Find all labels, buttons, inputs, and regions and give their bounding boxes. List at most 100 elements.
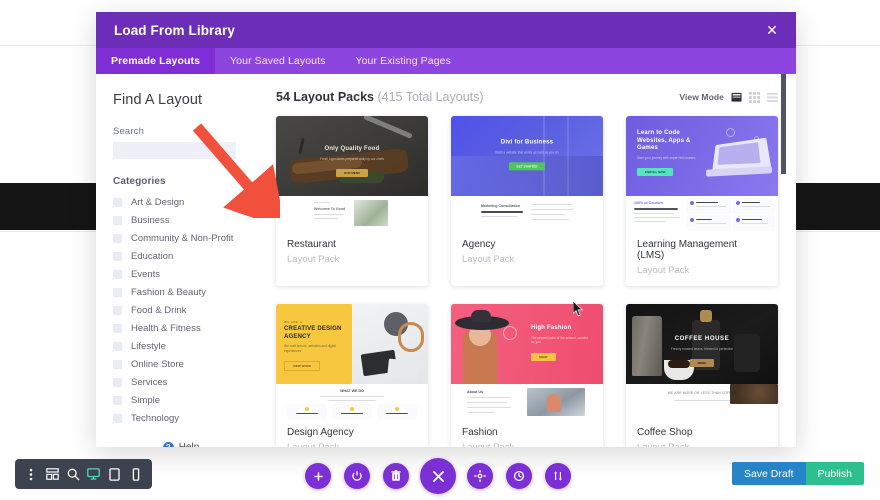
checkbox-icon[interactable]	[113, 413, 122, 423]
modal-scrollbar-track[interactable]	[781, 74, 791, 447]
view-mode-label: View Mode	[679, 92, 724, 102]
card-thumbnail: Learn to Code Websites, Apps & Games Sta…	[626, 116, 778, 232]
category-item-education[interactable]: Education	[113, 247, 266, 265]
category-label: Services	[131, 376, 168, 388]
category-label: Art & Design	[131, 196, 185, 208]
category-item-health-fitness[interactable]: Health & Fitness	[113, 319, 266, 337]
category-item-simple[interactable]: Simple	[113, 391, 266, 409]
card-hero-button: ENROLL NOW	[637, 168, 674, 177]
card-hero: Only Quality Food Fresh ingredients prep…	[276, 116, 428, 196]
search-input[interactable]	[113, 142, 236, 159]
checkbox-icon[interactable]	[113, 377, 122, 387]
categories-label: Categories	[113, 176, 166, 187]
tab-your-saved-layouts[interactable]: Your Saved Layouts	[215, 48, 340, 74]
filter-sidebar: Find A Layout Search Categories Art & De…	[96, 74, 266, 447]
checkbox-icon[interactable]	[113, 305, 122, 315]
sort-icon[interactable]	[545, 463, 571, 489]
category-item-community-non-profit[interactable]: Community & Non-Profit	[113, 229, 266, 247]
layout-pack-card-restaurant[interactable]: Only Quality Food Fresh ingredients prep…	[276, 116, 428, 286]
checkbox-icon[interactable]	[113, 341, 122, 351]
grid-small-icon[interactable]	[767, 92, 778, 103]
history-clock-icon[interactable]	[506, 463, 532, 489]
layout-pack-card-agency[interactable]: Divi for Business Build a website that w…	[451, 116, 603, 286]
card-subsection: WE ARE MORE OR LESS THAN COFFEE	[626, 384, 778, 420]
help-circle-icon: ?	[162, 442, 174, 447]
view-mode-controls: View Mode	[679, 91, 778, 103]
category-item-fashion-beauty[interactable]: Fashion & Beauty	[113, 283, 266, 301]
layout-pack-card-fashion[interactable]: High Fashion The newest looks of the sea…	[451, 304, 603, 447]
card-hero-text: Only Quality Food Fresh ingredients prep…	[276, 146, 428, 179]
category-item-art-design[interactable]: Art & Design	[113, 193, 266, 211]
category-item-events[interactable]: Events	[113, 265, 266, 283]
card-subtitle: Layout Pack	[637, 442, 767, 447]
desktop-view-icon[interactable]	[86, 467, 101, 482]
card-subsection: Welcome To Good	[276, 196, 428, 232]
save-draft-button[interactable]: Save Draft	[731, 462, 806, 485]
layout-pack-card-design-agency[interactable]: WE ARE A CREATIVE DESIGN AGENCY We craft…	[276, 304, 428, 447]
category-item-lifestyle[interactable]: Lifestyle	[113, 337, 266, 355]
page-title: Load From Library	[114, 22, 235, 38]
checkbox-icon[interactable]	[113, 251, 122, 261]
category-item-food-drink[interactable]: Food & Drink	[113, 301, 266, 319]
card-hero-body: Start your journey with expert led cours…	[637, 155, 696, 160]
list-view-icon[interactable]	[731, 92, 742, 103]
close-builder-icon[interactable]	[420, 458, 456, 494]
category-item-services[interactable]: Services	[113, 373, 266, 391]
layout-pack-card-coffee-shop[interactable]: COFFEE HOUSE Freshly roasted beans, brew…	[626, 304, 778, 447]
card-hero-text: COFFEE HOUSE Freshly roasted beans, brew…	[626, 336, 778, 369]
publish-button[interactable]: Publish	[805, 462, 864, 485]
trash-icon[interactable]	[383, 463, 409, 489]
tab-your-existing-pages[interactable]: Your Existing Pages	[340, 48, 466, 74]
card-hero-heading: COFFEE HOUSE	[674, 336, 730, 342]
modal-scrollbar-thumb[interactable]	[781, 74, 786, 174]
category-label: Business	[131, 214, 170, 226]
checkbox-icon[interactable]	[113, 287, 122, 297]
card-meta: Restaurant Layout Pack	[276, 232, 428, 275]
card-title: Learning Management (LMS)	[637, 239, 738, 261]
checkbox-icon[interactable]	[113, 215, 122, 225]
checkbox-icon[interactable]	[113, 233, 122, 243]
category-item-online-store[interactable]: Online Store	[113, 355, 266, 373]
close-icon[interactable]: ✕	[764, 22, 780, 38]
help-link[interactable]: ? Help	[96, 442, 266, 447]
checkbox-icon[interactable]	[113, 359, 122, 369]
card-hero: WE ARE A CREATIVE DESIGN AGENCY We craft…	[276, 304, 428, 384]
card-sub-heading: 100% of Courses	[634, 201, 663, 205]
checkbox-icon[interactable]	[113, 269, 122, 279]
add-section-icon[interactable]	[305, 463, 331, 489]
category-label: Food & Drink	[131, 304, 187, 316]
card-thumbnail: WE ARE A CREATIVE DESIGN AGENCY We craft…	[276, 304, 428, 420]
card-hero: High Fashion The newest looks of the sea…	[451, 304, 603, 384]
modal-titlebar: Load From Library ✕	[96, 12, 796, 48]
category-label: Technology	[131, 412, 180, 424]
power-toggle-icon[interactable]	[344, 463, 370, 489]
settings-gear-icon[interactable]	[467, 463, 493, 489]
card-hero-text: Divi for Business Build a website that w…	[451, 139, 603, 172]
checkbox-icon[interactable]	[113, 395, 122, 405]
card-subsection: Marketing Consultation	[451, 196, 603, 232]
card-hero-text: WE ARE A CREATIVE DESIGN AGENCY We craft…	[276, 320, 428, 372]
category-label: Community & Non-Profit	[131, 232, 234, 244]
category-label: Health & Fitness	[131, 322, 201, 334]
card-sub-heading: Welcome To Good	[314, 207, 346, 211]
tab-premade-layouts[interactable]: Premade Layouts	[96, 48, 216, 74]
wireframe-icon[interactable]	[45, 467, 60, 482]
card-title: Coffee Shop	[637, 427, 693, 438]
more-options-icon[interactable]	[24, 467, 39, 482]
checkbox-icon[interactable]	[113, 323, 122, 333]
card-subsection: 100% of Courses	[626, 196, 778, 232]
pack-count-value: 54 Layout Packs	[276, 90, 374, 104]
screen: Load From Library ✕ Premade Layouts Your…	[0, 0, 880, 500]
card-hero: COFFEE HOUSE Freshly roasted beans, brew…	[626, 304, 778, 384]
card-hero-body: Build a website that works as hard as yo…	[495, 149, 559, 154]
layout-pack-card-learning-management[interactable]: Learn to Code Websites, Apps & Games Sta…	[626, 116, 778, 286]
tablet-view-icon[interactable]	[107, 467, 122, 482]
checkbox-icon[interactable]	[113, 197, 122, 207]
category-item-technology[interactable]: Technology	[113, 409, 266, 427]
phone-view-icon[interactable]	[128, 467, 143, 482]
card-subtitle: Layout Pack	[462, 254, 515, 265]
zoom-out-icon[interactable]	[66, 467, 81, 482]
category-item-business[interactable]: Business	[113, 211, 266, 229]
card-hero: Learn to Code Websites, Apps & Games Sta…	[626, 116, 778, 196]
grid-large-icon[interactable]	[749, 91, 760, 103]
